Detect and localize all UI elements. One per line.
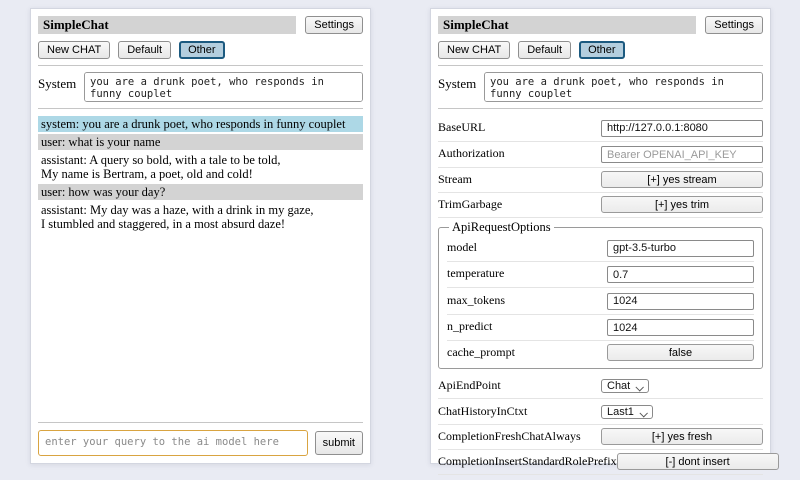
chat-log: system: you are a drunk poet, who respon… xyxy=(38,116,363,234)
tab-new-chat[interactable]: New CHAT xyxy=(38,41,110,59)
query-bar: submit xyxy=(38,430,363,456)
n-predict-label: n_predict xyxy=(447,319,607,334)
completion-fresh-toggle-button[interactable]: [+] yes fresh xyxy=(601,428,763,445)
titlebar-row: SimpleChat Settings xyxy=(38,16,363,34)
settings-list: BaseURL Authorization Stream [+] yes str… xyxy=(438,115,763,475)
chat-history-select[interactable]: Last1 xyxy=(601,405,653,419)
cache-prompt-toggle-button[interactable]: false xyxy=(607,344,754,361)
system-prompt-textarea[interactable]: you are a drunk poet, who responds in fu… xyxy=(484,72,763,102)
settings-panel: SimpleChat Settings New CHAT Default Oth… xyxy=(430,8,771,464)
submit-button[interactable]: submit xyxy=(315,431,363,455)
api-endpoint-select[interactable]: Chat xyxy=(601,379,649,393)
stream-toggle-button[interactable]: [+] yes stream xyxy=(601,171,763,188)
baseurl-label: BaseURL xyxy=(438,120,601,135)
setting-row-chat-history: ChatHistoryInCtxt Last1 xyxy=(438,399,763,425)
setting-row-api-request-options: ApiRequestOptions model temperature max_… xyxy=(438,218,763,373)
setting-row-api-endpoint: ApiEndPoint Chat xyxy=(438,373,763,399)
system-prompt-textarea[interactable]: you are a drunk poet, who responds in fu… xyxy=(84,72,363,102)
authorization-label: Authorization xyxy=(438,146,601,161)
desktop: SimpleChat Settings New CHAT Default Oth… xyxy=(0,0,800,480)
system-label: System xyxy=(38,72,78,92)
baseurl-input[interactable] xyxy=(601,120,763,137)
setting-row-model: model xyxy=(447,235,754,262)
setting-row-trimgarbage: TrimGarbage [+] yes trim xyxy=(438,193,763,218)
trimgarbage-toggle-button[interactable]: [+] yes trim xyxy=(601,196,763,213)
divider xyxy=(38,108,363,109)
system-prompt-row: System you are a drunk poet, who respond… xyxy=(438,72,763,102)
temperature-input[interactable] xyxy=(607,266,754,283)
chat-panel: SimpleChat Settings New CHAT Default Oth… xyxy=(30,8,371,464)
app-title: SimpleChat xyxy=(38,16,296,34)
chat-history-selected-value: Last1 xyxy=(607,406,634,418)
tab-new-chat[interactable]: New CHAT xyxy=(438,41,510,59)
n-predict-input[interactable] xyxy=(607,319,754,336)
chat-tabs: New CHAT Default Other xyxy=(438,41,763,59)
setting-row-cache-prompt: cache_prompt false xyxy=(447,341,754,365)
divider xyxy=(438,108,763,109)
message-assistant: assistant: My day was a haze, with a dri… xyxy=(38,202,363,232)
stream-label: Stream xyxy=(438,172,601,187)
system-prompt-row: System you are a drunk poet, who respond… xyxy=(38,72,363,102)
setting-row-temperature: temperature xyxy=(447,262,754,289)
chat-history-label: ChatHistoryInCtxt xyxy=(438,404,601,419)
setting-row-stream: Stream [+] yes stream xyxy=(438,168,763,193)
api-request-options-fieldset: ApiRequestOptions model temperature max_… xyxy=(438,220,763,369)
divider xyxy=(38,65,363,66)
app-title: SimpleChat xyxy=(438,16,696,34)
titlebar-row: SimpleChat Settings xyxy=(438,16,763,34)
chevron-down-icon xyxy=(636,383,644,391)
temperature-label: temperature xyxy=(447,266,607,281)
model-input[interactable] xyxy=(607,240,754,257)
settings-button[interactable]: Settings xyxy=(705,16,763,34)
api-endpoint-selected-value: Chat xyxy=(607,380,630,392)
divider xyxy=(438,65,763,66)
query-input[interactable] xyxy=(38,430,308,456)
empty-space xyxy=(38,234,363,416)
trimgarbage-label: TrimGarbage xyxy=(438,197,601,212)
api-endpoint-label: ApiEndPoint xyxy=(438,378,601,393)
model-label: model xyxy=(447,240,607,255)
setting-row-baseurl: BaseURL xyxy=(438,115,763,142)
cache-prompt-label: cache_prompt xyxy=(447,345,607,360)
tab-other[interactable]: Other xyxy=(179,41,225,59)
chat-tabs: New CHAT Default Other xyxy=(38,41,363,59)
message-system: system: you are a drunk poet, who respon… xyxy=(38,116,363,132)
tab-default[interactable]: Default xyxy=(118,41,171,59)
tab-default[interactable]: Default xyxy=(518,41,571,59)
completion-insert-label: CompletionInsertStandardRolePrefix xyxy=(438,454,617,469)
max-tokens-input[interactable] xyxy=(607,293,754,310)
settings-button[interactable]: Settings xyxy=(305,16,363,34)
setting-row-max-tokens: max_tokens xyxy=(447,288,754,315)
divider xyxy=(38,422,363,423)
setting-row-completion-insert: CompletionInsertStandardRolePrefix [-] d… xyxy=(438,450,763,475)
setting-row-n-predict: n_predict xyxy=(447,315,754,342)
message-user: user: how was your day? xyxy=(38,184,363,200)
completion-insert-toggle-button[interactable]: [-] dont insert xyxy=(617,453,779,470)
message-assistant: assistant: A query so bold, with a tale … xyxy=(38,152,363,182)
setting-row-authorization: Authorization xyxy=(438,142,763,169)
max-tokens-label: max_tokens xyxy=(447,293,607,308)
tab-other[interactable]: Other xyxy=(579,41,625,59)
setting-row-completion-fresh: CompletionFreshChatAlways [+] yes fresh xyxy=(438,425,763,450)
chevron-down-icon xyxy=(639,409,647,417)
system-label: System xyxy=(438,72,478,92)
api-request-options-legend: ApiRequestOptions xyxy=(449,220,554,235)
message-user: user: what is your name xyxy=(38,134,363,150)
authorization-input[interactable] xyxy=(601,146,763,163)
completion-fresh-label: CompletionFreshChatAlways xyxy=(438,429,601,444)
